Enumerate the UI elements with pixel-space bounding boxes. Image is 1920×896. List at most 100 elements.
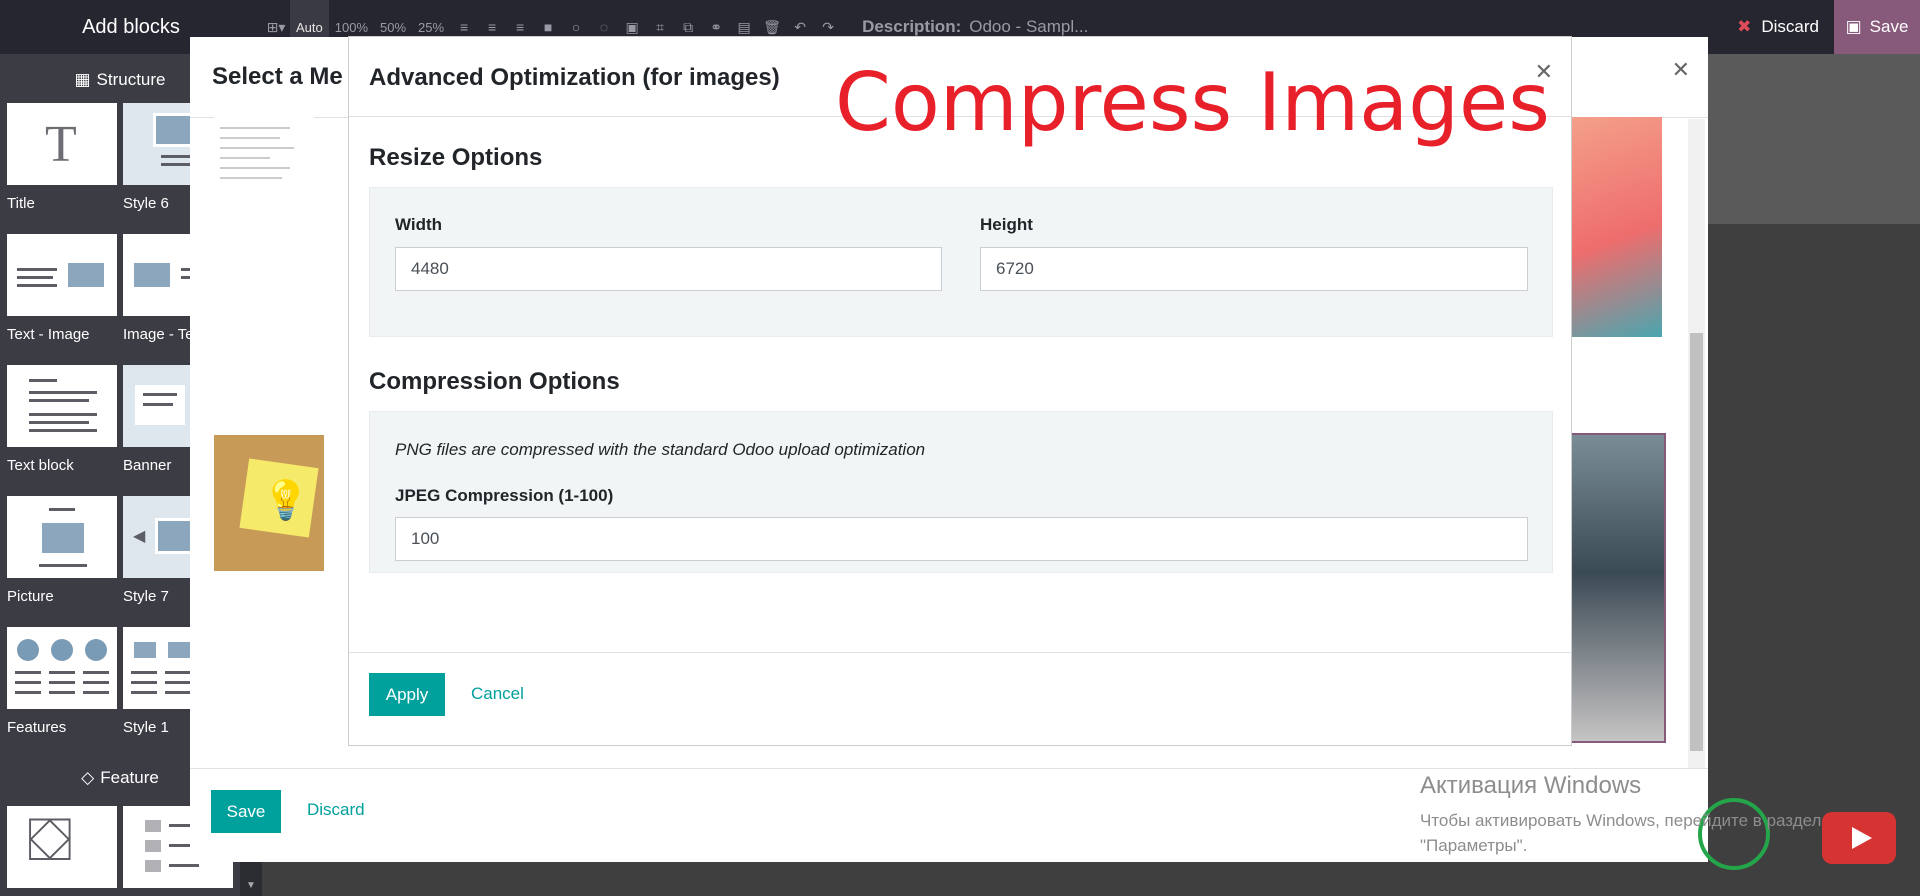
text-line: [165, 671, 191, 674]
text-line: [15, 671, 41, 674]
media-save-button[interactable]: Save: [211, 790, 281, 833]
save-label: Save: [1869, 17, 1909, 36]
feature-circle: [51, 639, 73, 661]
windows-activation-watermark: Активация Windows Чтобы активировать Win…: [1420, 772, 1821, 858]
grid-icon: ▦: [74, 70, 91, 89]
jpeg-compression-label: JPEG Compression (1-100): [395, 486, 614, 505]
advanced-optimization-dialog: Advanced Optimization (for images) ✕ Res…: [348, 36, 1572, 746]
resize-options-title: Resize Options: [369, 144, 543, 171]
compress-images-caption: Compress Images: [835, 56, 1550, 149]
feature-circle: [17, 639, 39, 661]
text-line: [49, 681, 75, 684]
arrow-left-icon: ◀: [133, 528, 146, 545]
text-line: [169, 864, 199, 867]
jpeg-compression-input[interactable]: [395, 517, 1528, 561]
text-line: [131, 691, 157, 694]
block-picture[interactable]: Picture: [7, 496, 117, 605]
feature-title-text: Feature: [100, 768, 159, 787]
apply-button[interactable]: Apply: [369, 673, 445, 716]
block-title[interactable]: T Title: [7, 103, 117, 212]
text-line: [15, 691, 41, 694]
activation-line-1: Чтобы активировать Windows, перейдите в …: [1420, 811, 1822, 830]
text-line: [49, 691, 75, 694]
image-placeholder-icon: [65, 260, 107, 290]
activation-title: Активация Windows: [1420, 772, 1642, 799]
compression-options-panel: PNG files are compressed with the standa…: [369, 411, 1553, 573]
media-dialog-title: Select a Me: [212, 63, 343, 90]
text-line: [143, 403, 173, 406]
media-scrollbar-thumb[interactable]: [1690, 333, 1703, 751]
block-label: Text block: [7, 457, 74, 474]
image-placeholder-icon: [131, 639, 159, 661]
hand-image[interactable]: [1570, 117, 1662, 337]
height-input[interactable]: [980, 247, 1528, 291]
text-line: [165, 691, 191, 694]
map-icon: ⛋: [27, 806, 73, 873]
text-line: [29, 391, 97, 394]
image-description[interactable]: Description: Odoo - Sampl...: [862, 17, 1088, 37]
picture-thumbnail: [7, 496, 117, 578]
text-line: [83, 681, 109, 684]
image-placeholder-icon: [131, 260, 173, 290]
description-value: Odoo - Sampl...: [969, 17, 1089, 36]
page-section: [1690, 54, 1920, 224]
text-line: [17, 268, 57, 271]
text-block-thumbnail: [7, 365, 117, 447]
document-thumbnail[interactable]: [214, 117, 314, 227]
cancel-button[interactable]: Cancel: [471, 684, 524, 704]
floppy-disk-icon: ▣: [1845, 17, 1862, 36]
text-line: [17, 284, 57, 287]
close-icon: ✖: [1737, 17, 1752, 36]
title-thumbnail: T: [7, 103, 117, 185]
resize-options-panel: Width Height: [369, 187, 1553, 337]
text-line: [29, 399, 89, 402]
description-label: Description:: [862, 17, 962, 36]
image-placeholder-icon: [165, 639, 193, 661]
text-line: [220, 137, 280, 139]
media-discard-button[interactable]: Discard: [307, 800, 365, 820]
text-line: [220, 127, 290, 129]
sticky-note-image[interactable]: 💡: [214, 435, 324, 571]
text-line: [15, 681, 41, 684]
diamond-icon: ◇: [81, 768, 95, 787]
text-line: [29, 379, 57, 382]
text-line: [29, 413, 97, 416]
text-line: [29, 421, 89, 424]
block-text-block[interactable]: Text block: [7, 365, 117, 474]
text-line: [131, 671, 157, 674]
activation-line-2: "Параметры".: [1420, 836, 1528, 855]
youtube-icon[interactable]: [1822, 812, 1896, 864]
block-label: Title: [7, 195, 35, 212]
scroll-down-icon[interactable]: ▼: [246, 880, 256, 891]
text-line: [49, 508, 75, 511]
text-line: [131, 681, 157, 684]
text-line: [83, 691, 109, 694]
activation-text: Чтобы активировать Windows, перейдите в …: [1420, 808, 1821, 858]
text-line: [143, 393, 177, 396]
block-label: Picture: [7, 588, 54, 605]
dialog-title: Advanced Optimization (for images): [369, 64, 780, 91]
divider: [190, 768, 1708, 769]
close-icon[interactable]: ✕: [1672, 57, 1690, 83]
block-map[interactable]: ⛋: [7, 806, 117, 888]
text-line: [17, 276, 53, 279]
text-line: [220, 167, 290, 169]
text-line: [29, 429, 97, 432]
text-line: [49, 671, 75, 674]
structure-title-text: Structure: [96, 70, 166, 89]
discard-button[interactable]: ✖ Discard: [1722, 0, 1834, 54]
save-button[interactable]: ▣ Save: [1834, 0, 1920, 54]
text-line: [39, 564, 87, 567]
text-image-thumbnail: [7, 234, 117, 316]
block-text-image[interactable]: Text - Image: [7, 234, 117, 343]
block-features[interactable]: Features: [7, 627, 117, 736]
width-label: Width: [395, 215, 443, 234]
width-input[interactable]: [395, 247, 942, 291]
height-label: Height: [980, 215, 1033, 234]
text-t-icon: T: [45, 116, 77, 173]
image-placeholder-icon: [39, 520, 87, 556]
text-line: [220, 147, 294, 149]
discard-label: Discard: [1761, 17, 1819, 36]
features-thumbnail: [7, 627, 117, 709]
laptop-image[interactable]: [1570, 433, 1666, 743]
